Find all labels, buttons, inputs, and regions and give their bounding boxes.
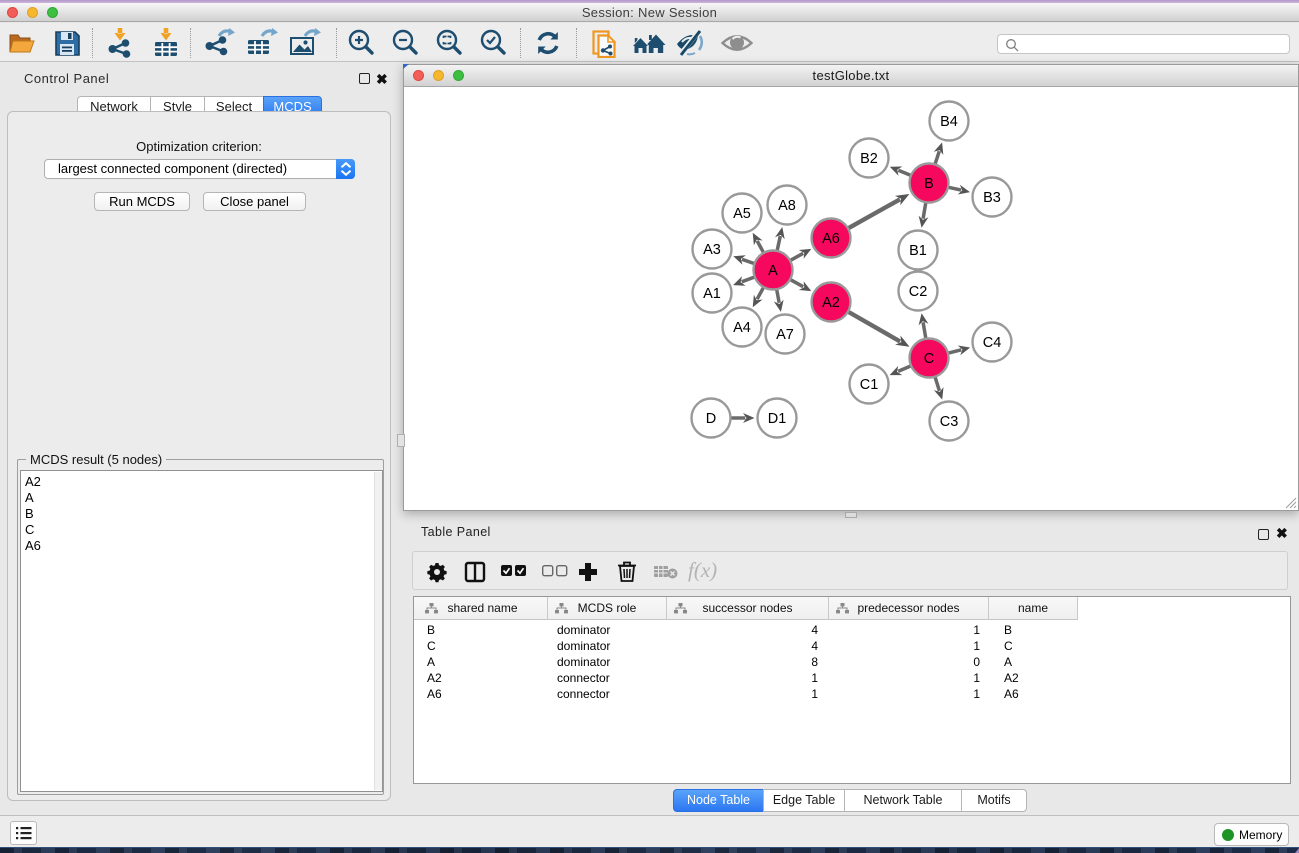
svg-text:C3: C3	[940, 414, 959, 430]
svg-text:B: B	[924, 176, 934, 192]
svg-text:D1: D1	[768, 411, 787, 427]
svg-text:A2: A2	[822, 295, 840, 311]
svg-text:A1: A1	[703, 286, 721, 302]
svg-text:A: A	[768, 263, 778, 279]
svg-text:B1: B1	[909, 243, 927, 259]
svg-text:C4: C4	[983, 335, 1002, 351]
svg-text:A6: A6	[822, 231, 840, 247]
svg-text:B2: B2	[860, 151, 878, 167]
svg-text:B4: B4	[940, 114, 958, 130]
svg-text:A7: A7	[776, 327, 794, 343]
svg-text:A5: A5	[733, 206, 751, 222]
svg-text:D: D	[706, 411, 716, 427]
svg-text:A3: A3	[703, 242, 721, 258]
svg-text:C1: C1	[860, 377, 879, 393]
svg-text:A4: A4	[733, 320, 751, 336]
svg-text:C2: C2	[909, 284, 928, 300]
svg-text:C: C	[924, 351, 934, 367]
svg-text:B3: B3	[983, 190, 1001, 206]
svg-text:A8: A8	[778, 198, 796, 214]
